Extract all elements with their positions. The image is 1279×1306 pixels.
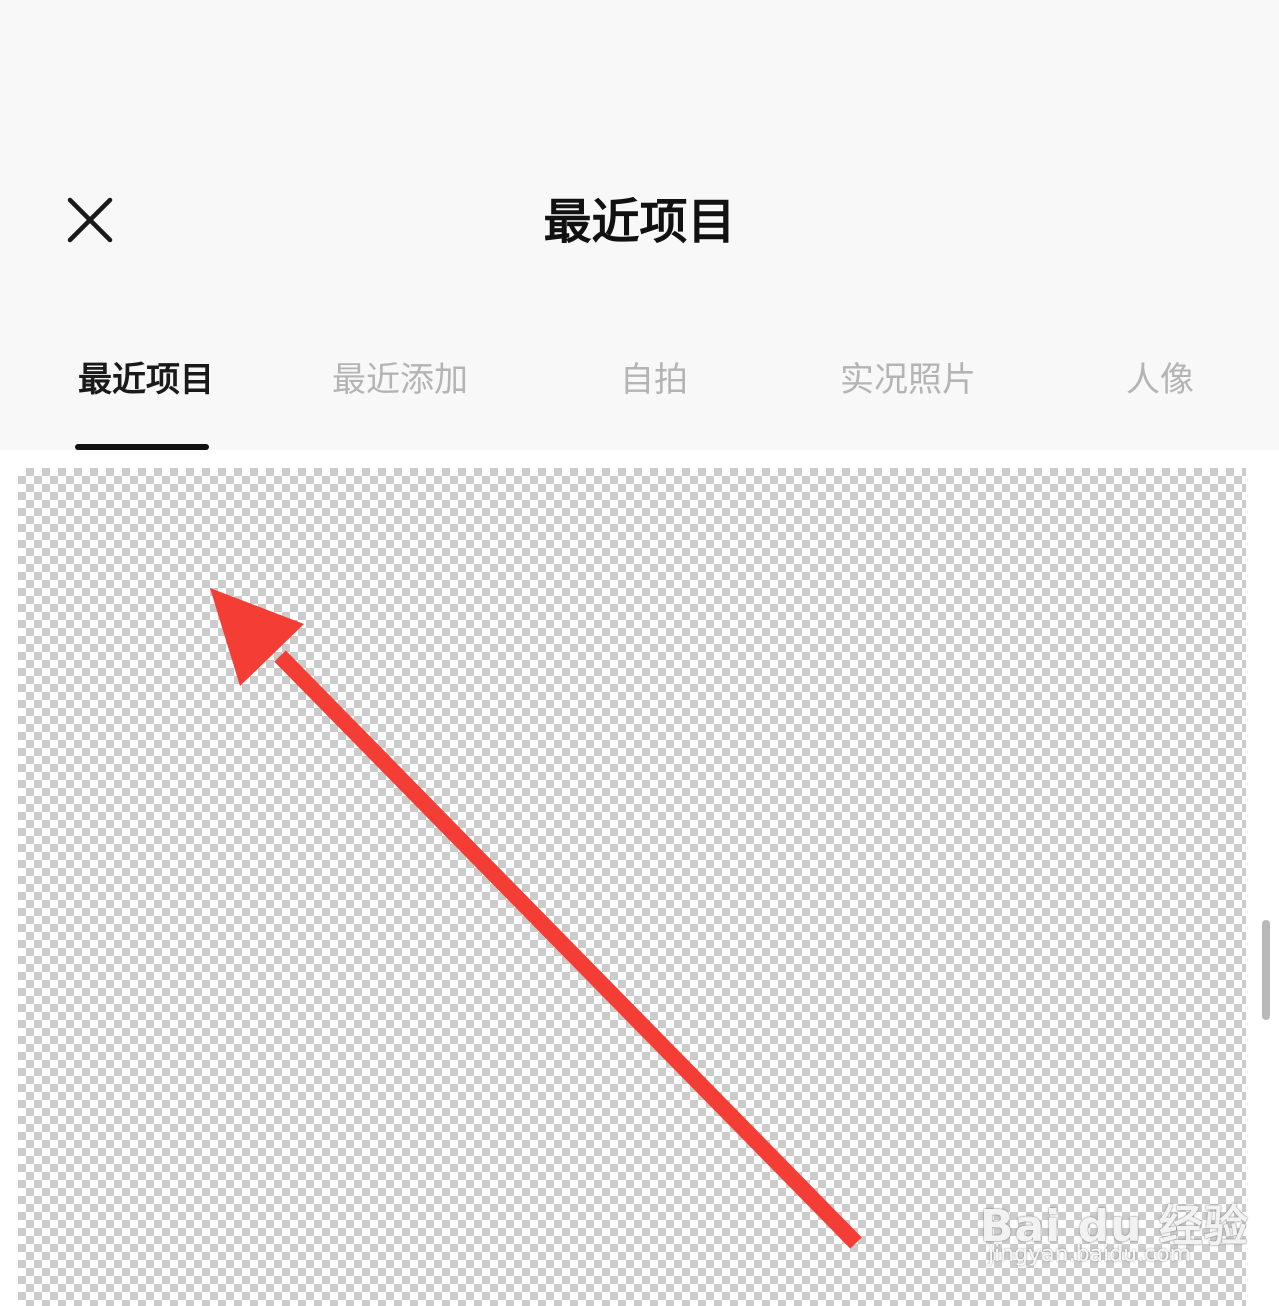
photo-grid — [0, 450, 1279, 1306]
photo-thumbnail[interactable] — [18, 468, 1246, 1306]
tab-recently-added[interactable]: 最近添加 — [332, 350, 468, 450]
picker-header: 最近项目 最近项目 最近添加 自拍 实况照片 人像 — [0, 0, 1279, 450]
close-icon — [67, 197, 113, 243]
tab-recent-items[interactable]: 最近项目 — [78, 350, 214, 450]
tab-portrait[interactable]: 人像 — [1126, 350, 1194, 450]
album-tabs: 最近项目 最近添加 自拍 实况照片 人像 — [0, 350, 1279, 450]
close-button[interactable] — [60, 190, 120, 250]
tab-live-photos[interactable]: 实况照片 — [840, 350, 976, 450]
tab-selfies[interactable]: 自拍 — [620, 350, 688, 450]
scrollbar-thumb[interactable] — [1262, 920, 1270, 1020]
photo-picker-screen: 最近项目 最近项目 最近添加 自拍 实况照片 人像 Bai du 经验 jing… — [0, 0, 1279, 1306]
page-title: 最近项目 — [543, 194, 736, 250]
red-arrow-icon — [210, 588, 862, 1249]
